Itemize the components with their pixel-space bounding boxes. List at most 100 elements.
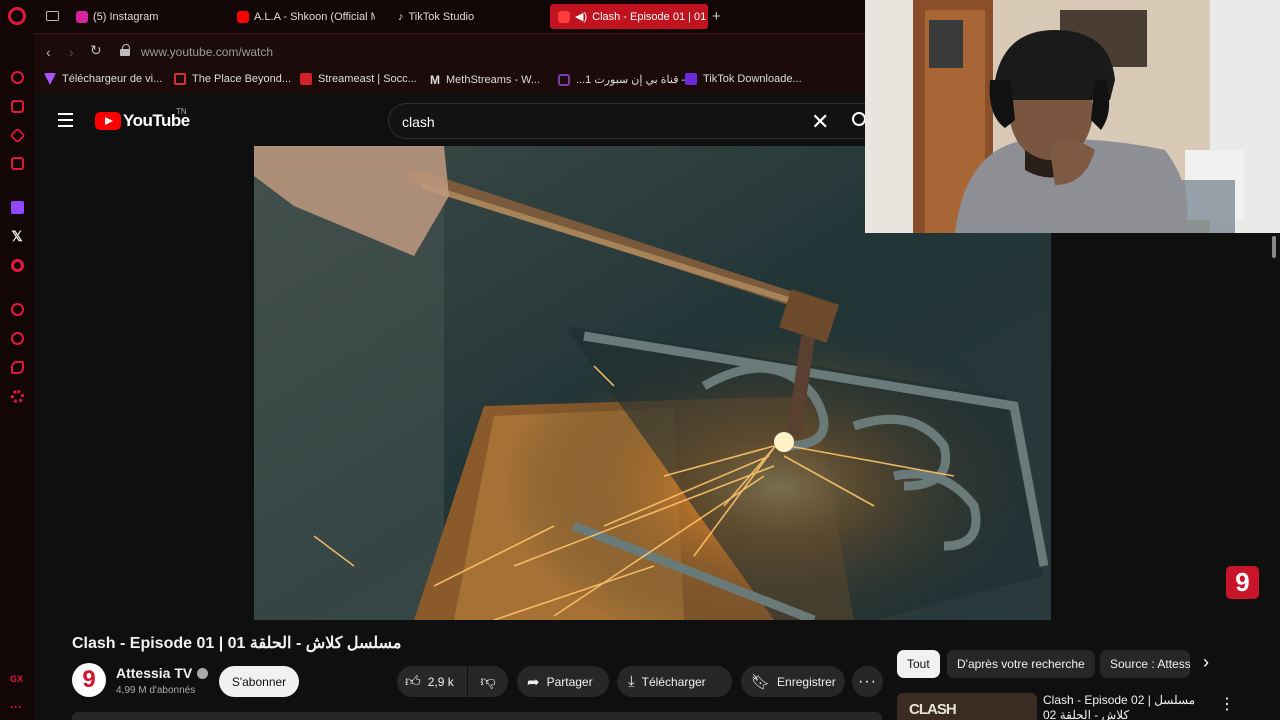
download-icon: ⤓	[628, 673, 635, 690]
tab-label: Clash - Episode 01 | 01	[592, 10, 707, 23]
bookmark-streameast[interactable]: Streameast | Socc...	[300, 73, 417, 85]
bookmark-bein[interactable]: ...قناة بي إن سبورت 1 –	[558, 73, 688, 86]
search-icon	[852, 112, 866, 126]
bookmark-label: The Place Beyond...	[192, 73, 292, 85]
webcam-overlay	[865, 0, 1280, 233]
tab-bar: (5) Instagram A.L.A - Shkoon (Official M…	[34, 0, 866, 33]
share-button[interactable]: ➦ Partager	[517, 666, 609, 697]
search-button[interactable]	[850, 103, 866, 139]
new-tab-button[interactable]: +	[712, 8, 721, 25]
gx-label: GX	[10, 674, 24, 684]
webcam-feed	[865, 0, 1280, 233]
bookmark-label: MethStreams - W...	[446, 74, 541, 86]
speed-dial-icon[interactable]	[9, 69, 25, 85]
twitch-icon[interactable]	[9, 199, 25, 215]
clear-search-icon[interactable]: ✕	[811, 109, 829, 135]
like-count: 2,9 k	[427, 674, 454, 689]
tab-instagram[interactable]: (5) Instagram	[76, 4, 216, 29]
bookmarks-bar: Téléchargeur de vi... The Place Beyond..…	[34, 69, 866, 93]
lock-icon[interactable]	[120, 44, 130, 56]
tab-snapshot-icon[interactable]	[46, 11, 59, 21]
thumbs-up-icon: 👍︎	[405, 672, 421, 690]
settings-icon[interactable]	[9, 388, 25, 404]
download-label: Télécharger	[641, 674, 706, 689]
tv-icon	[174, 73, 186, 85]
bookmark-tiktok-downloader[interactable]: TikTok Downloade...	[685, 73, 802, 85]
dislike-button[interactable]: 👎︎	[468, 666, 508, 697]
gmail-sidebar-icon[interactable]	[9, 155, 25, 171]
subscriber-count: 4,99 M d'abonnés	[116, 685, 196, 696]
youtube-play-icon	[95, 112, 121, 130]
bookmark-label: Streameast | Socc...	[318, 73, 417, 85]
share-icon: ➦	[527, 673, 540, 691]
country-code: TN	[176, 107, 187, 116]
gmail-m-icon: M	[430, 73, 440, 87]
extensions-icon[interactable]	[9, 359, 25, 375]
instagram-icon	[76, 10, 88, 23]
verified-icon	[197, 667, 209, 679]
channel-name-text: Attessia TV	[116, 665, 193, 681]
search-input[interactable]: clash ✕	[388, 103, 866, 139]
url-field[interactable]: www.youtube.com/watch	[141, 45, 273, 59]
save-button[interactable]: 🔖︎ Enregistrer	[741, 666, 845, 697]
search-query: clash	[402, 114, 435, 130]
history-icon[interactable]	[9, 330, 25, 346]
chip-source[interactable]: Source : Attessia TV	[1100, 650, 1190, 678]
tab-clash-active[interactable]: ◀) Clash - Episode 01 | 01	[550, 4, 708, 29]
back-icon[interactable]: ‹	[46, 44, 51, 60]
tiktok-icon: ♪	[398, 10, 404, 23]
bookmark-methstreams[interactable]: M MethStreams - W...	[430, 73, 540, 87]
youtube-icon	[237, 10, 249, 23]
audio-playing-icon[interactable]: ◀)	[575, 10, 587, 23]
channel-watermark[interactable]: 9	[1226, 566, 1259, 599]
gx-control-icon[interactable]	[9, 98, 25, 114]
youtube-header: YouTube TN clash ✕	[34, 93, 866, 146]
bein-icon	[558, 73, 570, 86]
tiktok-downloader-icon	[685, 73, 697, 85]
download-button[interactable]: ⤓ Télécharger	[617, 666, 732, 697]
x-twitter-icon[interactable]: 𝕏	[9, 228, 25, 244]
tab-label: TikTok Studio	[408, 10, 475, 23]
page-scrollbar[interactable]	[1272, 236, 1276, 258]
bookmark-label: ...قناة بي إن سبورت 1 –	[576, 74, 688, 86]
menu-icon[interactable]	[58, 113, 73, 131]
bookmark-place-beyond[interactable]: The Place Beyond...	[174, 73, 291, 85]
sidebar-more-icon[interactable]: ···	[10, 700, 22, 714]
description-box[interactable]	[72, 712, 882, 720]
channel-name[interactable]: Attessia TV	[116, 665, 209, 681]
chevron-right-icon[interactable]: ›	[1203, 652, 1209, 673]
tab-shkoon[interactable]: A.L.A - Shkoon (Official M	[237, 4, 375, 29]
browser-sidebar: 𝕏 GX ···	[0, 0, 34, 720]
channel-avatar[interactable]: 9	[72, 663, 106, 697]
more-actions-icon[interactable]: ···	[852, 666, 883, 697]
downloader-icon	[44, 73, 56, 85]
thumbnail-text: CLASH	[909, 701, 957, 718]
bookmark-icon: 🔖︎	[751, 673, 771, 691]
address-bar: ‹ › ↻ www.youtube.com/watch	[34, 33, 866, 69]
forward-icon[interactable]: ›	[69, 44, 74, 60]
channel-avatar-text: 9	[82, 666, 96, 693]
media-player-icon[interactable]	[9, 257, 25, 273]
recommendation-thumbnail[interactable]: CLASH	[897, 693, 1037, 720]
player-icon[interactable]	[9, 301, 25, 317]
tab-label: (5) Instagram	[93, 10, 159, 23]
reload-icon[interactable]: ↻	[90, 42, 102, 59]
subscribe-button[interactable]: S'abonner	[219, 666, 299, 697]
video-title: Clash - Episode 01 | 01 مسلسل كلاش - الح…	[72, 635, 402, 652]
share-label: Partager	[546, 674, 593, 689]
thumbs-down-icon: 👎︎	[480, 672, 496, 690]
chip-all[interactable]: Tout	[897, 650, 940, 678]
bookmark-label: TikTok Downloade...	[703, 73, 802, 85]
save-label: Enregistrer	[777, 674, 836, 689]
youtube-icon	[558, 10, 570, 23]
recommendation-title[interactable]: Clash - Episode 02 | مسلسل كلاش - الحلقة…	[1043, 693, 1211, 720]
opera-gx-logo-icon[interactable]	[8, 7, 26, 25]
bookmark-downloader[interactable]: Téléchargeur de vi...	[44, 73, 162, 85]
tab-tiktok-studio[interactable]: ♪ TikTok Studio	[398, 4, 538, 29]
kebab-menu-icon[interactable]: ⋮	[1219, 694, 1235, 714]
gx-cleaner-icon[interactable]	[9, 127, 25, 143]
chip-related[interactable]: D'après votre recherche	[947, 650, 1095, 678]
tab-label: A.L.A - Shkoon (Official M	[254, 10, 375, 23]
bookmark-label: Téléchargeur de vi...	[62, 73, 163, 85]
like-button[interactable]: 👍︎ 2,9 k	[397, 666, 467, 697]
